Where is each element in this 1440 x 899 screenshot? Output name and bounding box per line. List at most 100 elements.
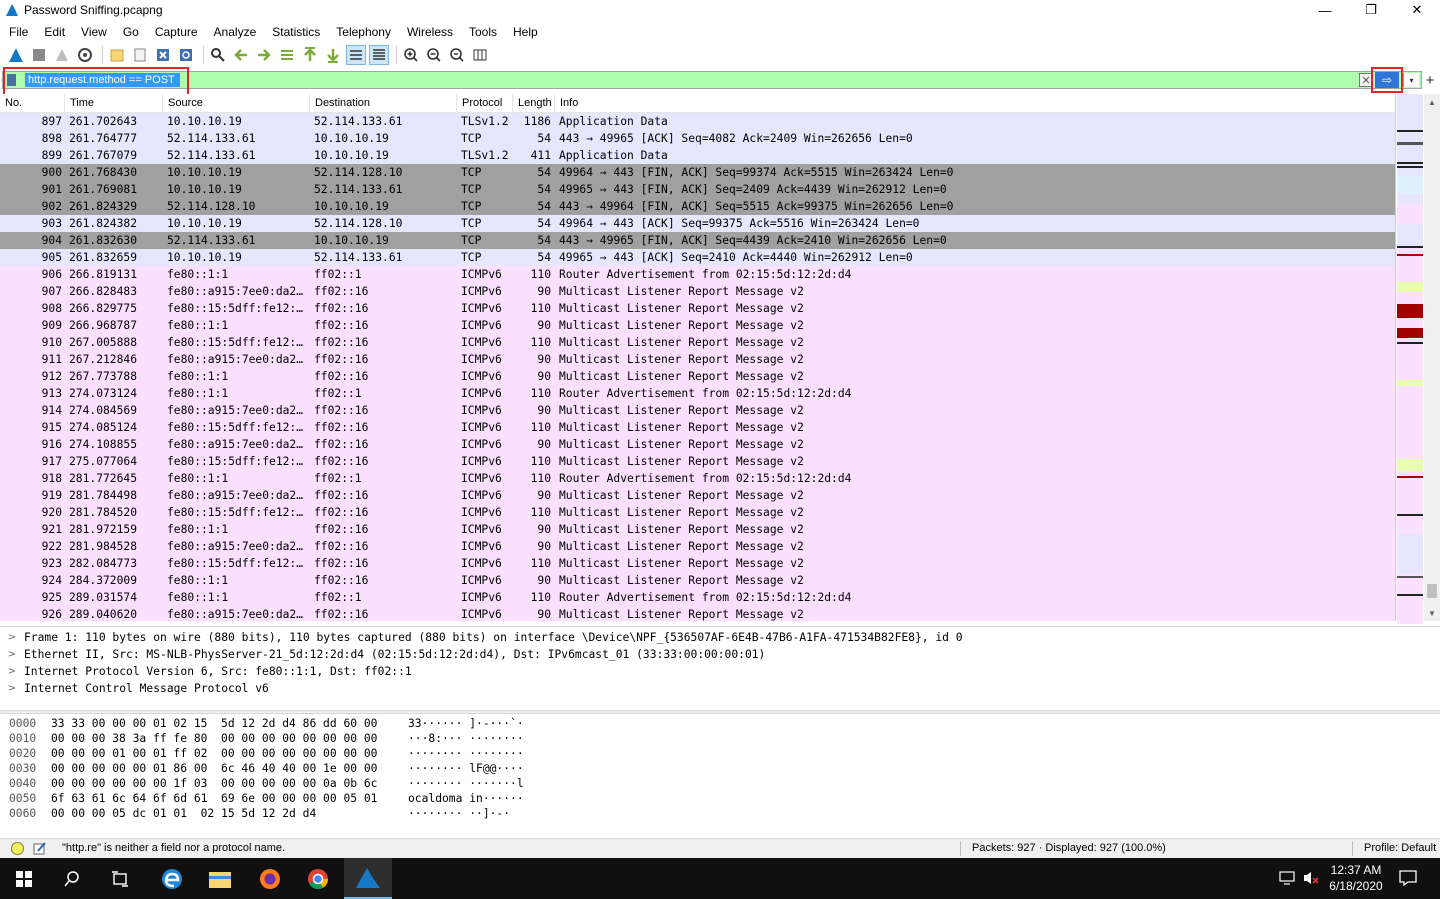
taskbar-file-explorer[interactable] xyxy=(196,858,244,899)
colorize-button[interactable] xyxy=(369,45,389,65)
volume-muted-icon[interactable] xyxy=(1302,870,1320,886)
scroll-thumb[interactable] xyxy=(1427,584,1437,598)
column-header-no[interactable]: No. xyxy=(0,94,65,112)
packet-row[interactable]: 898 261.764777 52.114.133.61 10.10.10.19 TCP… xyxy=(0,130,1395,147)
go-to-packet-button[interactable] xyxy=(277,45,297,65)
detail-row-ethernet[interactable]: > Ethernet II, Src: MS-NLB-PhysServer-21_… xyxy=(0,646,1440,663)
stop-capture-button[interactable] xyxy=(29,45,49,65)
expand-chevron-icon[interactable]: > xyxy=(0,663,24,680)
packet-row[interactable]: 907 266.828483 fe80::a915:7ee0:da2… ff02::1… xyxy=(0,283,1395,300)
menu-edit[interactable]: Edit xyxy=(36,25,73,39)
column-header-time[interactable]: Time xyxy=(65,94,163,112)
packet-row[interactable]: 901 261.769081 10.10.10.19 52.114.133.61 TCP… xyxy=(0,181,1395,198)
minimize-button[interactable]: — xyxy=(1302,0,1348,20)
taskbar-wireshark[interactable] xyxy=(344,858,392,899)
hex-dump-row[interactable]: 0040 00 00 00 00 00 00 1f 03 00 00 00 00 … xyxy=(0,776,1440,791)
packet-row[interactable]: 916 274.108855 fe80::a915:7ee0:da2… ff02::1… xyxy=(0,436,1395,453)
menu-file[interactable]: File xyxy=(0,25,36,39)
packet-row[interactable]: 920 281.784520 fe80::15:5dff:fe12:… ff02::1… xyxy=(0,504,1395,521)
menu-view[interactable]: View xyxy=(73,25,115,39)
save-file-button[interactable] xyxy=(130,45,150,65)
packet-row[interactable]: 908 266.829775 fe80::15:5dff:fe12:… ff02::1… xyxy=(0,300,1395,317)
profile-switcher[interactable]: Profile: Default xyxy=(1364,842,1436,854)
hex-dump-row[interactable]: 0060 00 00 00 05 dc 01 01 02 15 5d 12 2d … xyxy=(0,806,1440,821)
column-header-protocol[interactable]: Protocol xyxy=(457,94,513,112)
auto-scroll-button[interactable] xyxy=(346,45,366,65)
packet-row[interactable]: 913 274.073124 fe80::1:1 ff02::1 ICMPv6 110 Ro… xyxy=(0,385,1395,402)
menu-statistics[interactable]: Statistics xyxy=(264,25,328,39)
last-packet-button[interactable] xyxy=(323,45,343,65)
open-file-button[interactable] xyxy=(107,45,127,65)
packet-row[interactable]: 904 261.832630 52.114.133.61 10.10.10.19 TCP… xyxy=(0,232,1395,249)
menu-go[interactable]: Go xyxy=(115,25,147,39)
packet-row[interactable]: 897 261.702643 10.10.10.19 52.114.133.61 TLS… xyxy=(0,113,1395,130)
taskbar-firefox[interactable] xyxy=(246,858,294,899)
packet-row[interactable]: 914 274.084569 fe80::a915:7ee0:da2… ff02::1… xyxy=(0,402,1395,419)
detail-row-frame[interactable]: > Frame 1: 110 bytes on wire (880 bits), … xyxy=(0,629,1440,646)
packet-row[interactable]: 915 274.085124 fe80::15:5dff:fe12:… ff02::1… xyxy=(0,419,1395,436)
packet-row[interactable]: 903 261.824382 10.10.10.19 52.114.128.10 TCP… xyxy=(0,215,1395,232)
taskbar-edge[interactable] xyxy=(148,858,196,899)
expand-chevron-icon[interactable]: > xyxy=(0,629,24,646)
packet-row[interactable]: 926 289.040620 fe80::a915:7ee0:da2… ff02::1… xyxy=(0,606,1395,621)
menu-telephony[interactable]: Telephony xyxy=(328,25,399,39)
hex-dump-row[interactable]: 0030 00 00 00 00 00 01 86 00 6c 46 40 40 … xyxy=(0,761,1440,776)
go-forward-button[interactable] xyxy=(254,45,274,65)
packet-row[interactable]: 910 267.005888 fe80::15:5dff:fe12:… ff02::1… xyxy=(0,334,1395,351)
tray-clock[interactable]: 12:37 AM 6/18/2020 xyxy=(1322,862,1390,894)
hex-dump-row[interactable]: 0050 6f 63 61 6c 64 6f 6d 61 69 6e 00 00 … xyxy=(0,791,1440,806)
packet-row[interactable]: 918 281.772645 fe80::1:1 ff02::1 ICMPv6 110 Ro… xyxy=(0,470,1395,487)
reload-file-button[interactable] xyxy=(176,45,196,65)
detail-row-icmpv6[interactable]: > Internet Control Message Protocol v6 xyxy=(0,680,1440,697)
zoom-in-button[interactable] xyxy=(401,45,421,65)
packet-row[interactable]: 925 289.031574 fe80::1:1 ff02::1 ICMPv6 110 Ro… xyxy=(0,589,1395,606)
packet-row[interactable]: 909 266.968787 fe80::1:1 ff02::16 ICMPv6 90 Mu… xyxy=(0,317,1395,334)
restore-button[interactable]: ❐ xyxy=(1348,0,1394,20)
hex-dump-row[interactable]: 0020 00 00 00 01 00 01 ff 02 00 00 00 00 … xyxy=(0,746,1440,761)
close-file-button[interactable] xyxy=(153,45,173,65)
column-header-info[interactable]: Info xyxy=(555,94,995,112)
packet-minimap[interactable] xyxy=(1395,94,1423,624)
packet-row[interactable]: 900 261.768430 10.10.10.19 52.114.128.10 TCP… xyxy=(0,164,1395,181)
capture-options-button[interactable] xyxy=(75,45,95,65)
packet-row[interactable]: 912 267.773788 fe80::1:1 ff02::16 ICMPv6 90 Mu… xyxy=(0,368,1395,385)
hex-dump-row[interactable]: 0010 00 00 00 38 3a ff fe 80 00 00 00 00 … xyxy=(0,731,1440,746)
menu-wireless[interactable]: Wireless xyxy=(399,25,461,39)
network-icon[interactable] xyxy=(1279,871,1297,885)
packet-row[interactable]: 902 261.824329 52.114.128.10 10.10.10.19 TCP… xyxy=(0,198,1395,215)
start-button[interactable] xyxy=(0,858,48,899)
packet-row[interactable]: 921 281.972159 fe80::1:1 ff02::16 ICMPv6 90 Mu… xyxy=(0,521,1395,538)
column-header-length[interactable]: Length xyxy=(513,94,555,112)
restart-capture-button[interactable] xyxy=(52,45,72,65)
scroll-up-icon[interactable]: ▲ xyxy=(1424,94,1440,110)
taskbar-chrome[interactable] xyxy=(294,858,342,899)
packet-list-scrollbar[interactable]: ▲ ▼ xyxy=(1424,94,1440,621)
menu-capture[interactable]: Capture xyxy=(147,25,206,39)
expert-info-indicator-icon[interactable] xyxy=(11,842,24,855)
packet-row[interactable]: 906 266.819131 fe80::1:1 ff02::1 ICMPv6 110 Ro… xyxy=(0,266,1395,283)
detail-row-ipv6[interactable]: > Internet Protocol Version 6, Src: fe80:… xyxy=(0,663,1440,680)
menu-analyze[interactable]: Analyze xyxy=(206,25,265,39)
task-view-button[interactable] xyxy=(96,858,144,899)
pane-splitter[interactable] xyxy=(0,710,1440,714)
expand-chevron-icon[interactable]: > xyxy=(0,680,24,697)
search-button[interactable] xyxy=(48,858,96,899)
hex-dump-row[interactable]: 0000 33 33 00 00 00 01 02 15 5d 12 2d d4 … xyxy=(0,716,1440,731)
close-button[interactable]: ✕ xyxy=(1394,0,1440,20)
column-header-source[interactable]: Source xyxy=(163,94,310,112)
packet-row[interactable]: 922 281.984528 fe80::a915:7ee0:da2… ff02::1… xyxy=(0,538,1395,555)
recent-filters-dropdown[interactable]: ▾ xyxy=(1403,73,1419,87)
menu-tools[interactable]: Tools xyxy=(461,25,505,39)
find-packet-button[interactable] xyxy=(208,45,228,65)
zoom-normal-button[interactable] xyxy=(447,45,467,65)
scroll-down-icon[interactable]: ▼ xyxy=(1424,605,1440,621)
add-filter-button[interactable]: + xyxy=(1422,71,1438,89)
notifications-icon[interactable] xyxy=(1399,870,1417,886)
packet-row[interactable]: 923 282.084773 fe80::15:5dff:fe12:… ff02::1… xyxy=(0,555,1395,572)
packet-row[interactable]: 917 275.077064 fe80::15:5dff:fe12:… ff02::1… xyxy=(0,453,1395,470)
packet-row[interactable]: 905 261.832659 10.10.10.19 52.114.133.61 TCP… xyxy=(0,249,1395,266)
resize-columns-button[interactable] xyxy=(470,45,490,65)
packet-row[interactable]: 924 284.372009 fe80::1:1 ff02::16 ICMPv6 90 Mu… xyxy=(0,572,1395,589)
packet-row[interactable]: 911 267.212846 fe80::a915:7ee0:da2… ff02::1… xyxy=(0,351,1395,368)
expand-chevron-icon[interactable]: > xyxy=(0,646,24,663)
